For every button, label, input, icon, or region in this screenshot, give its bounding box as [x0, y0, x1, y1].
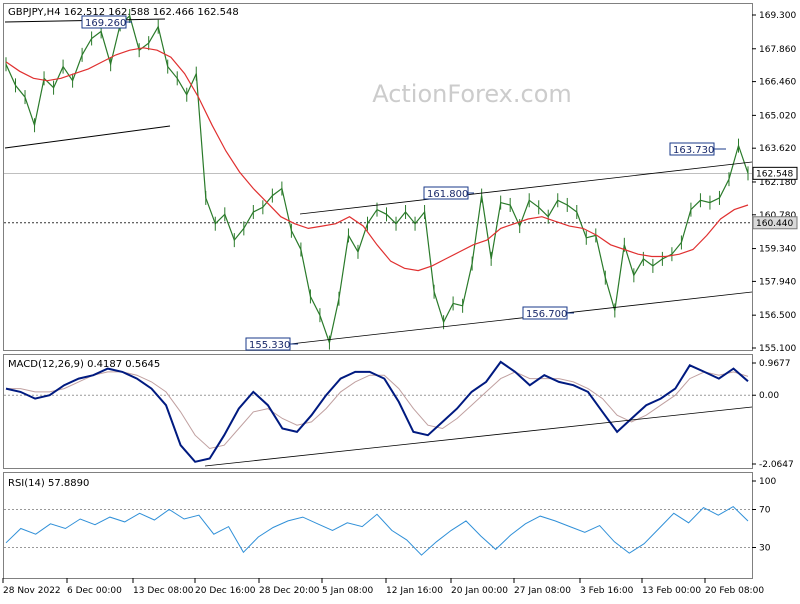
watermark: ActionForex.com: [372, 80, 572, 108]
x-axis-label: 3 Feb 16:00: [580, 586, 634, 596]
level-tag: 160.440: [752, 216, 798, 230]
price-annotation: 156.700: [522, 306, 574, 320]
price-y-tick-label: 155.100: [759, 344, 796, 354]
current-price-tag-label: 162.548: [756, 169, 793, 179]
rsi-y-tick-label: 70: [759, 506, 771, 516]
rsi-panel-header: RSI(14) 57.8890: [8, 478, 89, 489]
rsi-y-tick-label: 30: [759, 544, 771, 554]
x-axis-label: 13 Feb 00:00: [642, 586, 701, 596]
current-price-tag: 162.548: [752, 166, 798, 180]
price-y-tick-label: 157.940: [759, 277, 796, 287]
level-tag-label: 160.440: [756, 219, 793, 229]
price-y-tick-label: 166.460: [759, 78, 796, 88]
price-y-tick-label: 167.860: [759, 45, 796, 55]
x-axis-label: 28 Nov 2022: [3, 586, 61, 596]
price-annotation: 161.800: [423, 186, 474, 200]
macd-line: [5, 360, 749, 463]
channel-lower-line: [289, 291, 753, 345]
x-axis-label: 20 Dec 16:00: [195, 586, 256, 596]
lower-trendline-dec: [4, 125, 171, 149]
x-axis-label: 28 Dec 20:00: [259, 586, 320, 596]
macd-trendline: [204, 406, 753, 467]
x-axis-label: 20 Jan 00:00: [451, 586, 508, 596]
macd-panel-header: MACD(12,26,9) 0.4187 0.5645: [8, 359, 160, 370]
price-annotation: 155.330: [245, 337, 298, 351]
price-annotation: 169.260: [81, 15, 132, 29]
x-axis-label: 20 Feb 08:00: [705, 586, 764, 596]
x-axis-label: 13 Dec 08:00: [133, 586, 194, 596]
price-annotation: 163.730: [669, 142, 726, 156]
macd-signal-line: [6, 371, 749, 450]
x-axis-label: 12 Jan 16:00: [386, 586, 443, 596]
channel-upper-line: [299, 161, 753, 215]
x-axis-label: 5 Jan 08:00: [322, 586, 374, 596]
price-annotation-label: 163.730: [673, 145, 714, 156]
macd-y-tick-label: 0.9677: [759, 359, 791, 369]
gbpjpy-chart: GBPJPY,H4 162.512 162.588 162.466 162.54…: [0, 0, 800, 600]
macd-y-tick-label: 0.00: [759, 391, 779, 401]
price-y-tick-label: 159.340: [759, 245, 796, 255]
price-annotation-label: 156.700: [526, 309, 567, 320]
chart-canvas: GBPJPY,H4 162.512 162.588 162.466 162.54…: [2, 3, 798, 596]
price-annotation-label: 155.330: [249, 340, 290, 351]
x-axis-label: 27 Jan 08:00: [514, 586, 571, 596]
macd-y-tick-label: -2.0647: [759, 460, 794, 470]
price-y-tick-label: 165.020: [759, 111, 796, 121]
x-axis-label: 6 Dec 00:00: [67, 586, 122, 596]
price-y-tick-label: 169.300: [759, 11, 796, 21]
price-annotation-label: 161.800: [427, 189, 468, 200]
price-y-tick-label: 156.500: [759, 311, 796, 321]
rsi-panel-frame: [3, 472, 753, 579]
price-annotation-label: 169.260: [85, 18, 126, 29]
price-series-line: [5, 14, 749, 345]
rsi-y-tick-label: 100: [759, 477, 776, 487]
price-y-tick-label: 163.620: [759, 144, 796, 154]
